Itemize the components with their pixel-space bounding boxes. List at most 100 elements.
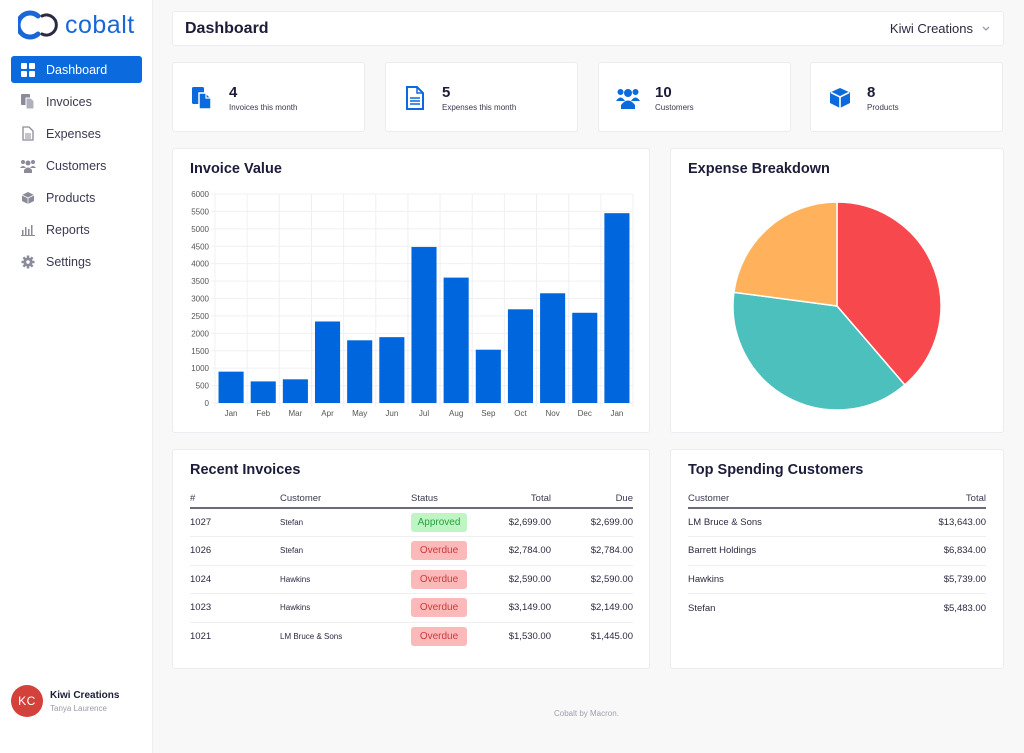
customer-name: Stefan: [688, 602, 716, 614]
column-header-id[interactable]: #: [190, 489, 280, 509]
column-header-total[interactable]: Total: [491, 489, 551, 509]
pie-slice[interactable]: [733, 201, 838, 307]
bar[interactable]: [604, 213, 630, 403]
invoice-due: $2,149.00: [551, 593, 633, 623]
x-tick-label: Jul: [419, 409, 429, 418]
org-name: Kiwi Creations: [889, 21, 973, 36]
stat-value: 4: [229, 84, 238, 101]
x-tick-label: Jan: [225, 409, 238, 418]
table-row[interactable]: Stefan $5,483.00: [688, 594, 986, 623]
y-tick-label: 500: [196, 382, 210, 391]
column-header-status[interactable]: Status: [411, 489, 491, 509]
sidebar-item-invoices[interactable]: Invoices: [11, 88, 142, 115]
status-badge: Overdue: [411, 627, 467, 646]
y-tick-label: 6000: [191, 190, 209, 199]
invoice-customer: LM Bruce & Sons: [280, 632, 343, 641]
sidebar-item-reports[interactable]: Reports: [11, 216, 142, 243]
table-row[interactable]: 1026 Stefan Overdue $2,784.00 $2,784.00: [190, 536, 633, 566]
x-tick-label: Mar: [288, 409, 302, 418]
invoice-id: 1027: [190, 508, 280, 537]
document-icon: [406, 86, 424, 110]
column-header-customer[interactable]: Customer: [280, 489, 411, 509]
sidebar-item-customers[interactable]: Customers: [11, 152, 142, 179]
user-profile[interactable]: KC Kiwi Creations Tanya Laurence: [11, 685, 119, 717]
bar[interactable]: [475, 349, 501, 403]
y-tick-label: 4000: [191, 260, 209, 269]
y-tick-label: 2500: [191, 312, 209, 321]
stat-label: Expenses this month: [442, 103, 517, 112]
users-icon: [20, 158, 36, 174]
org-selector[interactable]: Kiwi Creations: [890, 21, 991, 36]
x-tick-label: Jan: [610, 409, 623, 418]
column-header-customer[interactable]: Customer: [688, 489, 870, 509]
y-tick-label: 0: [205, 399, 210, 408]
logo[interactable]: cobalt: [18, 10, 135, 40]
bar[interactable]: [314, 321, 341, 403]
bar[interactable]: [282, 379, 308, 403]
page-title: Dashboard: [185, 20, 269, 37]
logo-text: cobalt: [65, 10, 135, 39]
bar[interactable]: [411, 246, 437, 403]
y-tick-label: 4500: [191, 242, 209, 251]
sidebar-item-label: Dashboard: [46, 62, 108, 77]
bar[interactable]: [572, 312, 598, 403]
bar[interactable]: [218, 371, 244, 403]
customer-name: LM Bruce & Sons: [688, 508, 870, 537]
bar[interactable]: [540, 293, 566, 403]
table-row[interactable]: 1021 LM Bruce & Sons Overdue $1,530.00 $…: [190, 622, 633, 651]
y-tick-label: 3000: [191, 295, 209, 304]
bar[interactable]: [347, 340, 373, 403]
table-row[interactable]: 1027 Stefan Approved $2,699.00 $2,699.00: [190, 508, 633, 537]
y-tick-label: 3500: [191, 277, 209, 286]
customer-name: Hawkins: [688, 565, 870, 594]
expense-breakdown-chart: [732, 201, 942, 411]
table-header-row: # Customer Status Total Due: [190, 489, 633, 509]
column-header-due[interactable]: Due: [551, 489, 633, 509]
status-badge: Overdue: [411, 541, 467, 561]
invoice-due: $2,784.00: [551, 536, 633, 566]
table-row[interactable]: Hawkins $5,739.00: [688, 565, 986, 594]
column-header-total[interactable]: Total: [869, 489, 986, 509]
bar[interactable]: [379, 337, 405, 403]
bar[interactable]: [250, 381, 276, 403]
sidebar-item-label: Customers: [46, 158, 107, 173]
sidebar-item-settings[interactable]: Settings: [11, 248, 142, 275]
invoices-icon: [20, 94, 36, 110]
invoice-total: $3,149.00: [491, 593, 551, 623]
x-tick-label: May: [352, 409, 367, 418]
bar-chart-icon: [20, 222, 36, 238]
customer-name: Barrett Holdings: [688, 536, 870, 566]
x-tick-label: Dec: [578, 409, 592, 418]
invoice-total: $2,699.00: [491, 508, 551, 537]
invoice-customer: Stefan: [280, 508, 411, 537]
table-row[interactable]: 1024 Hawkins Overdue $2,590.00 $2,590.00: [190, 565, 633, 594]
y-tick-label: 1000: [191, 364, 209, 373]
table-row[interactable]: Barrett Holdings $6,834.00: [688, 536, 986, 566]
y-tick-label: 1500: [191, 347, 209, 356]
sidebar: cobalt Dashboard Invoices Expenses Custo…: [0, 0, 153, 753]
sidebar-item-products[interactable]: Products: [11, 184, 142, 211]
recent-invoices-card: Recent Invoices # Customer Status Total …: [172, 449, 650, 669]
bar[interactable]: [443, 277, 469, 403]
invoice-total: $1,530.00: [508, 631, 551, 642]
table-row[interactable]: LM Bruce & Sons $13,643.00: [688, 508, 986, 537]
customer-total: $5,739.00: [869, 565, 986, 594]
sidebar-item-label: Settings: [46, 254, 92, 269]
cobalt-logo-icon: [18, 10, 58, 40]
recent-invoices-table: # Customer Status Total Due 1027 Stefan …: [190, 489, 633, 651]
sidebar-item-expenses[interactable]: Expenses: [11, 120, 142, 147]
sidebar-item-dashboard[interactable]: Dashboard: [11, 56, 142, 83]
bar[interactable]: [507, 309, 534, 403]
invoice-id: 1021: [190, 631, 212, 642]
invoice-customer: Hawkins: [280, 593, 411, 623]
invoice-customer: Stefan: [280, 536, 411, 566]
invoice-total: $2,590.00: [491, 565, 551, 594]
sidebar-nav: Dashboard Invoices Expenses Customers Pr…: [11, 56, 142, 280]
x-tick-label: Aug: [449, 409, 463, 418]
invoice-value-chart: 0 500 1000 1500 2000 2500 3000 3500 4000 4500 5000…: [191, 190, 634, 418]
invoice-customer: Hawkins: [280, 565, 411, 594]
table-row[interactable]: 1023 Hawkins Overdue $3,149.00 $2,149.00: [190, 593, 633, 623]
stat-value: 10: [655, 84, 672, 101]
sidebar-item-label: Products: [46, 190, 96, 205]
x-tick-label: Nov: [545, 409, 559, 418]
